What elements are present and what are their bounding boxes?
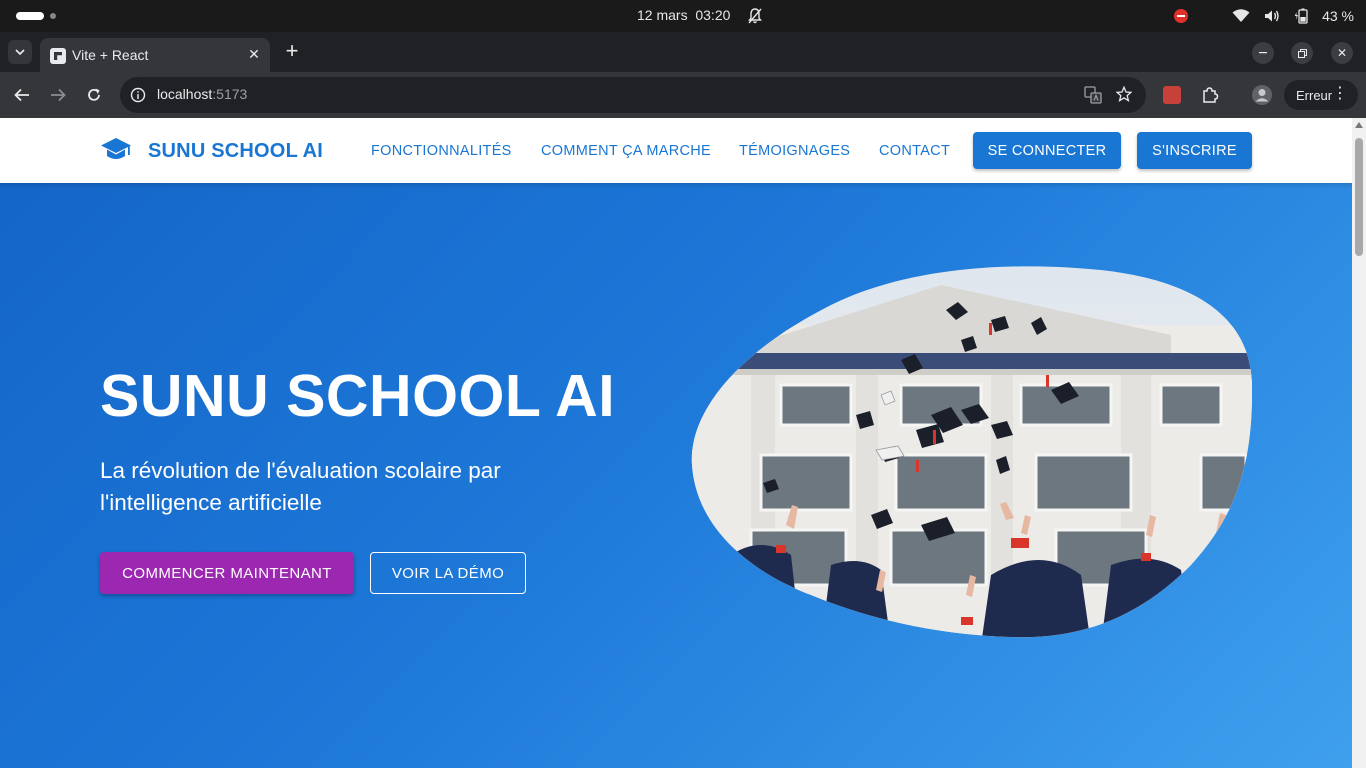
- browser-tab-active[interactable]: Vite + React ✕: [40, 38, 270, 72]
- os-time: 03:20: [695, 7, 731, 23]
- new-tab-button[interactable]: +: [282, 40, 302, 64]
- browser-toolbar: localhost:5173: [0, 72, 1366, 118]
- tab-close-icon[interactable]: ✕: [246, 46, 262, 62]
- battery-charging-icon: [1294, 8, 1308, 24]
- hero-subtitle: La révolution de l'évaluation scolaire p…: [100, 458, 501, 515]
- page-scrollbar[interactable]: [1352, 118, 1366, 768]
- back-arrow-icon[interactable]: [10, 83, 34, 107]
- do-not-disturb-icon: [1174, 9, 1189, 23]
- profile-error-button[interactable]: Erreur ⋮: [1284, 80, 1358, 110]
- signup-button[interactable]: S'INSCRIRE: [1137, 132, 1252, 169]
- forward-arrow-icon[interactable]: [46, 83, 70, 107]
- system-tray[interactable]: 43 %: [1174, 0, 1354, 32]
- url-text[interactable]: localhost:5173: [157, 86, 247, 102]
- os-date: 12 mars: [637, 7, 688, 23]
- restore-button[interactable]: [1291, 42, 1313, 64]
- brand-logo-text[interactable]: SUNU SCHOOL AI: [148, 140, 323, 163]
- tab-title: Vite + React: [72, 47, 149, 63]
- graduation-photo-blob: [691, 265, 1252, 639]
- tab-favicon-icon: [50, 48, 66, 64]
- nav-link-contact[interactable]: CONTACT: [879, 143, 950, 159]
- close-window-button[interactable]: ✕: [1331, 42, 1353, 64]
- os-clock[interactable]: 12 mars 03:20: [637, 7, 730, 23]
- scrollbar-thumb[interactable]: [1355, 138, 1363, 256]
- browser-tab-strip: Vite + React ✕ + ✕: [0, 32, 1366, 72]
- profile-error-label: Erreur: [1296, 87, 1333, 103]
- nav-link-features[interactable]: FONCTIONNALITÉS: [371, 143, 512, 159]
- hero-section: SUNU SCHOOL AI La révolution de l'évalua…: [0, 183, 1352, 768]
- address-bar[interactable]: localhost:5173: [120, 77, 1146, 113]
- wifi-icon: [1232, 9, 1250, 23]
- volume-icon: [1264, 9, 1280, 23]
- workspace-indicator[interactable]: [16, 12, 44, 20]
- login-button[interactable]: SE CONNECTER: [973, 132, 1121, 169]
- more-menu-icon[interactable]: ⋮: [1332, 86, 1348, 102]
- hero-title: SUNU SCHOOL AI: [100, 363, 616, 429]
- os-top-bar: 12 mars 03:20 43 %: [0, 0, 1366, 32]
- bookmark-star-icon[interactable]: [1115, 85, 1133, 107]
- translate-icon[interactable]: [1084, 86, 1102, 109]
- view-demo-button[interactable]: VOIR LA DÉMO: [370, 552, 526, 594]
- extensions-puzzle-icon[interactable]: [1198, 83, 1222, 107]
- battery-percentage: 43 %: [1322, 8, 1354, 24]
- nav-link-testimonials[interactable]: TÉMOIGNAGES: [739, 143, 850, 159]
- graduation-cap-icon[interactable]: [100, 137, 132, 168]
- workspace-dot[interactable]: [50, 13, 56, 19]
- site-info-icon[interactable]: [130, 87, 146, 103]
- scroll-up-arrow-icon[interactable]: [1355, 122, 1363, 128]
- minimize-button[interactable]: [1252, 42, 1274, 64]
- tab-search-button[interactable]: [8, 40, 32, 64]
- url-port: :5173: [212, 86, 248, 102]
- start-now-button[interactable]: COMMENCER MAINTENANT: [100, 552, 354, 594]
- reload-icon[interactable]: [82, 83, 106, 107]
- profile-avatar-icon[interactable]: [1250, 83, 1274, 107]
- url-host: localhost: [157, 86, 213, 102]
- notifications-muted-icon[interactable]: [748, 8, 762, 27]
- nav-link-how-it-works[interactable]: COMMENT ÇA MARCHE: [541, 143, 711, 159]
- extension-icon[interactable]: [1163, 86, 1181, 104]
- page-viewport: SUNU SCHOOL AI FONCTIONNALITÉS COMMENT Ç…: [0, 118, 1352, 768]
- app-navbar: SUNU SCHOOL AI FONCTIONNALITÉS COMMENT Ç…: [0, 118, 1352, 183]
